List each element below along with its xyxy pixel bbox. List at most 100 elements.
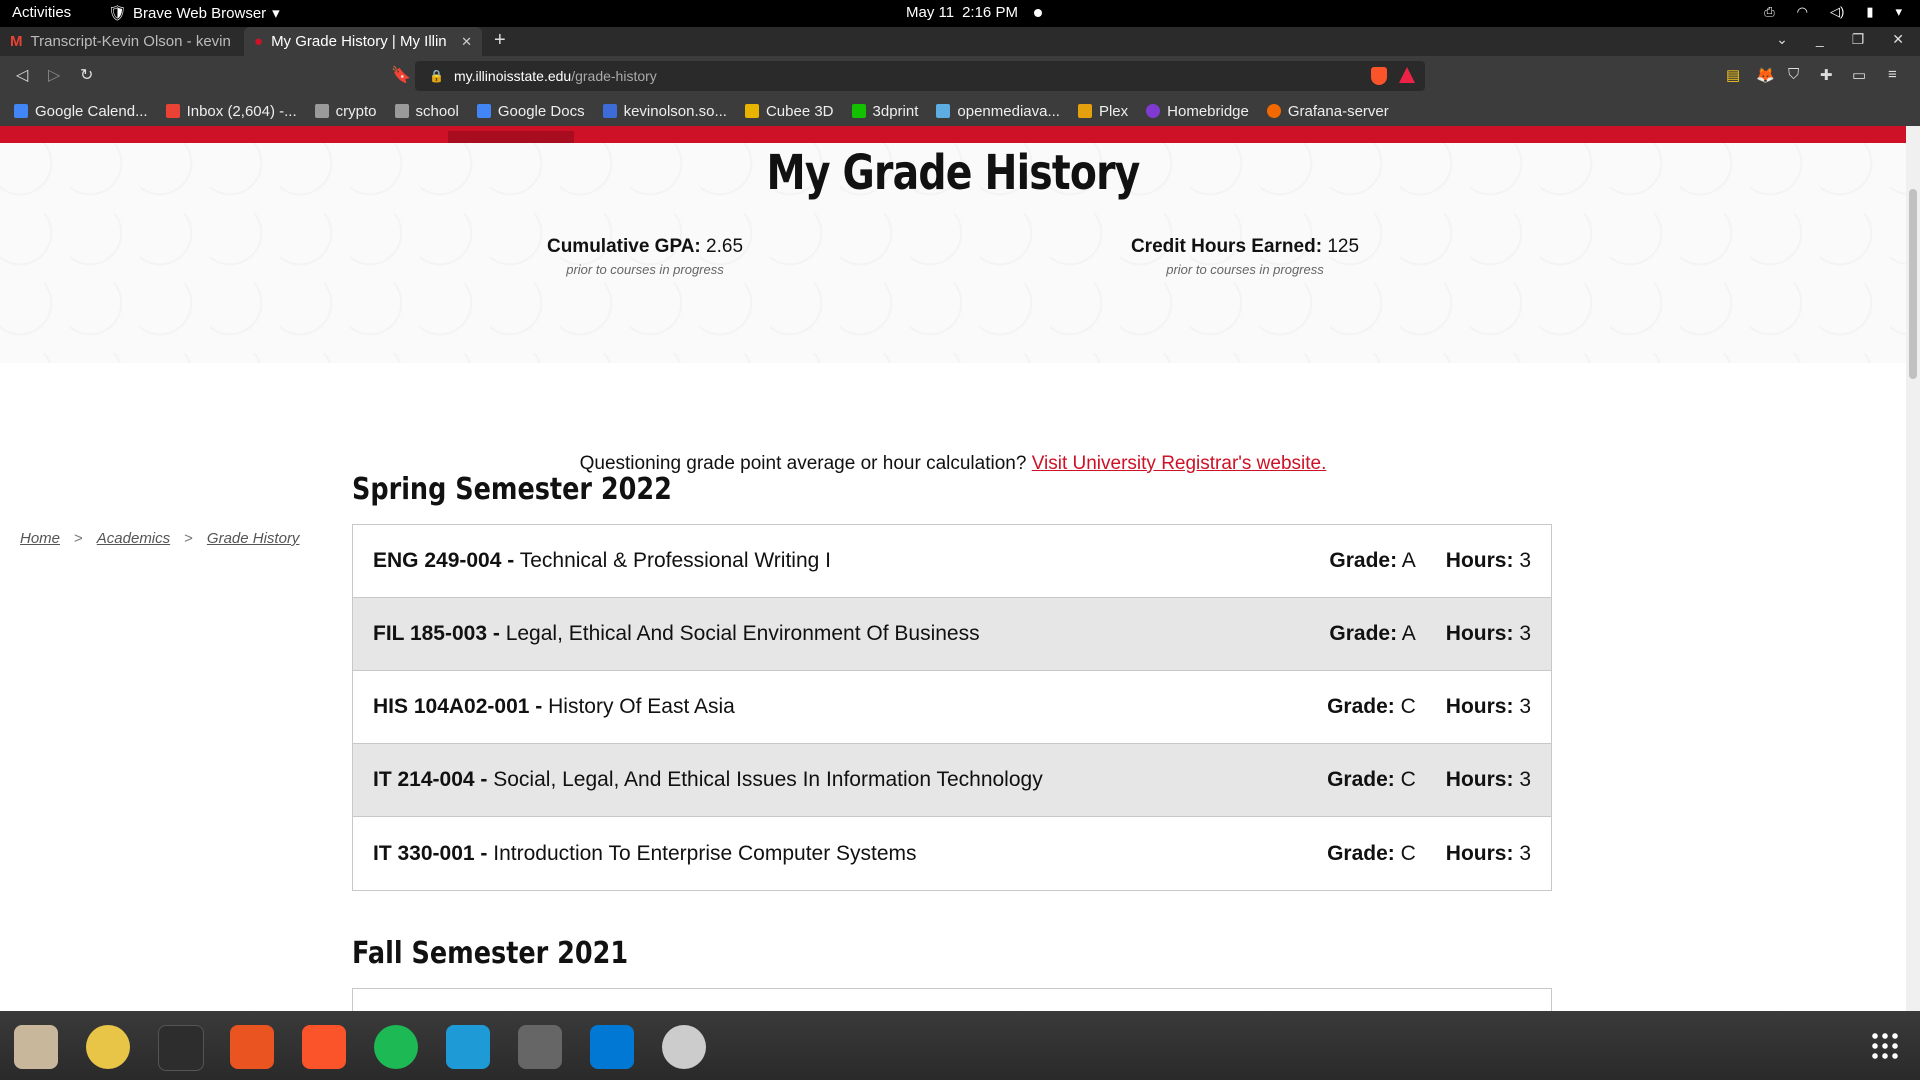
vscode-icon[interactable] bbox=[590, 1025, 634, 1069]
volume-icon: ◁) bbox=[1829, 4, 1845, 19]
bookmark-school[interactable]: school bbox=[394, 102, 459, 120]
bookmark-icon[interactable]: 🔖 bbox=[391, 65, 411, 85]
breadcrumb-grade-history[interactable]: Grade History bbox=[207, 530, 300, 547]
breadcrumb-separator: > bbox=[74, 530, 83, 547]
course-table-spring-2022: ENG 249-004 - Technical & Professional W… bbox=[352, 524, 1552, 891]
breadcrumb-home[interactable]: Home bbox=[20, 530, 60, 547]
new-tab-icon[interactable]: + bbox=[494, 29, 506, 52]
credit-hours-earned: Credit Hours Earned: 125 prior to course… bbox=[1120, 236, 1370, 277]
extension-notes-icon[interactable]: ▤ bbox=[1726, 66, 1740, 84]
tab-search-icon[interactable]: ⌄ bbox=[1776, 31, 1788, 48]
course-code: HIS 104A02-001 - bbox=[373, 695, 543, 718]
course-row: IT 214-004 - Social, Legal, And Ethical … bbox=[353, 744, 1551, 817]
show-applications-icon[interactable] bbox=[1870, 1031, 1900, 1061]
course-name: Legal, Ethical And Social Environment Of… bbox=[505, 622, 980, 645]
course-name: Technical & Professional Writing I bbox=[519, 549, 831, 572]
octoprint-icon bbox=[851, 104, 866, 118]
omv-icon bbox=[936, 104, 951, 118]
files-icon[interactable] bbox=[14, 1025, 58, 1069]
spotify-icon[interactable] bbox=[374, 1025, 418, 1069]
tab-transcript[interactable]: M Transcript-Kevin Olson - kevin bbox=[0, 27, 240, 56]
page-title: My Grade History bbox=[766, 145, 1140, 201]
course-row: ENG 249-004 - Technical & Professional W… bbox=[353, 525, 1551, 598]
tab-grade-history[interactable]: ● My Grade History | My Illin ✕ bbox=[244, 27, 482, 56]
breadcrumb: Home > Academics > Grade History bbox=[20, 530, 299, 547]
updater-icon[interactable] bbox=[662, 1025, 706, 1069]
maximize-icon[interactable]: ❐ bbox=[1852, 31, 1865, 48]
breadcrumb-academics[interactable]: Academics bbox=[97, 530, 170, 547]
bookmark-kevinolson[interactable]: kevinolson.so... bbox=[602, 102, 727, 120]
registrar-link[interactable]: Visit University Registrar's website. bbox=[1032, 453, 1327, 474]
gpa-value: 2.65 bbox=[706, 236, 744, 257]
clock[interactable]: May 11 2:16 PM bbox=[906, 4, 1042, 21]
semester-title: Fall Semester 2021 bbox=[352, 936, 629, 971]
app-store-icon[interactable] bbox=[230, 1025, 274, 1069]
cura-icon[interactable] bbox=[446, 1025, 490, 1069]
brave-shields-icon[interactable] bbox=[1371, 67, 1387, 85]
bookmark-label: Plex bbox=[1098, 102, 1129, 120]
close-window-icon[interactable]: ✕ bbox=[1892, 31, 1904, 48]
cubee-icon bbox=[744, 104, 759, 118]
back-icon[interactable]: ◁ bbox=[16, 65, 28, 85]
bookmark-crypto[interactable]: crypto bbox=[314, 103, 377, 120]
metamask-icon[interactable]: 🦊 bbox=[1756, 66, 1775, 84]
course-code: IT 214-004 - bbox=[373, 768, 488, 791]
bookmark-openmediavault[interactable]: openmediava... bbox=[936, 103, 1060, 120]
page-scrollbar[interactable] bbox=[1906, 126, 1920, 1011]
app-menu[interactable]: 🛡 Brave Web Browser ▾ bbox=[108, 4, 280, 23]
system-tray[interactable]: ⎙ ◠ ◁) ▮ ▾ bbox=[1764, 4, 1902, 20]
lock-icon[interactable]: 🔒 bbox=[429, 69, 444, 83]
wallet-icon[interactable]: ▭ bbox=[1852, 66, 1866, 84]
gpa-note: prior to courses in progress bbox=[566, 262, 724, 277]
bookmark-plex[interactable]: Plex bbox=[1077, 102, 1129, 120]
power-menu-icon[interactable]: ▾ bbox=[1895, 4, 1902, 20]
bookmark-cubee[interactable]: Cubee 3D bbox=[744, 103, 834, 120]
redbird-icon: ● bbox=[254, 33, 264, 50]
activities-button[interactable]: Activities bbox=[12, 4, 71, 21]
brave-rewards-icon[interactable] bbox=[1399, 67, 1415, 83]
bookmark-label: school bbox=[415, 102, 459, 120]
bookmark-homebridge[interactable]: Homebridge bbox=[1146, 103, 1249, 120]
hours-value: 3 bbox=[1519, 841, 1531, 865]
terminal-icon[interactable] bbox=[158, 1025, 204, 1071]
hero-banner: My Grade History Cumulative GPA: 2.65 pr… bbox=[0, 143, 1906, 363]
bookmark-inbox[interactable]: Inbox (2,604) -... bbox=[165, 103, 297, 120]
brave-icon[interactable] bbox=[302, 1025, 346, 1069]
bookmark-3dprint[interactable]: 3dprint bbox=[851, 102, 919, 120]
scrollbar-thumb[interactable] bbox=[1909, 189, 1917, 379]
course-code: FIL 185-003 - bbox=[373, 622, 500, 645]
url-path: /grade-history bbox=[571, 68, 657, 84]
calendar-icon bbox=[14, 104, 28, 118]
homebridge-icon bbox=[1146, 104, 1161, 118]
bookmark-google-docs[interactable]: Google Docs bbox=[476, 103, 585, 120]
shield-extension-icon[interactable]: ⛉ bbox=[1788, 66, 1799, 83]
bookmark-google-calendar[interactable]: Google Calend... bbox=[14, 103, 148, 120]
bookmark-label: 3dprint bbox=[872, 102, 919, 120]
rhythmbox-icon[interactable] bbox=[86, 1025, 130, 1069]
close-tab-icon[interactable]: ✕ bbox=[461, 34, 472, 50]
forward-icon[interactable]: ▷ bbox=[48, 65, 60, 85]
inkscape-icon[interactable] bbox=[518, 1025, 562, 1069]
menu-icon[interactable]: ≡ bbox=[1888, 66, 1897, 83]
bookmarks-bar: Google Calend... Inbox (2,604) -... cryp… bbox=[0, 96, 1920, 126]
registrar-question: Questioning grade point average or hour … bbox=[0, 453, 1906, 475]
reload-icon[interactable]: ↻ bbox=[80, 65, 93, 85]
grade-label: Grade: bbox=[1327, 695, 1395, 718]
dock bbox=[0, 1011, 1920, 1080]
hours-col-label: Hours: bbox=[1445, 549, 1514, 572]
address-bar[interactable]: 🔒 my.illinoisstate.edu/grade-history bbox=[415, 61, 1425, 91]
grade-label: Grade: bbox=[1329, 622, 1398, 645]
gmail-icon bbox=[165, 104, 180, 118]
bookmark-label: kevinolson.so... bbox=[623, 102, 727, 120]
bookmark-grafana[interactable]: Grafana-server bbox=[1266, 103, 1389, 120]
gmail-icon: M bbox=[10, 33, 23, 50]
minimize-icon[interactable]: _ bbox=[1816, 31, 1824, 48]
app-menu-label: Brave Web Browser bbox=[133, 4, 267, 22]
course-name: History Of East Asia bbox=[548, 695, 735, 718]
tab-title: My Grade History | My Illin bbox=[271, 33, 447, 50]
bookmark-label: openmediava... bbox=[957, 102, 1060, 120]
course-name: Introduction To Enterprise Computer Syst… bbox=[493, 841, 917, 865]
extensions-puzzle-icon[interactable]: ✚ bbox=[1820, 66, 1833, 84]
hours-value: 3 bbox=[1519, 695, 1531, 718]
cumulative-gpa: Cumulative GPA: 2.65 prior to courses in… bbox=[545, 236, 745, 277]
